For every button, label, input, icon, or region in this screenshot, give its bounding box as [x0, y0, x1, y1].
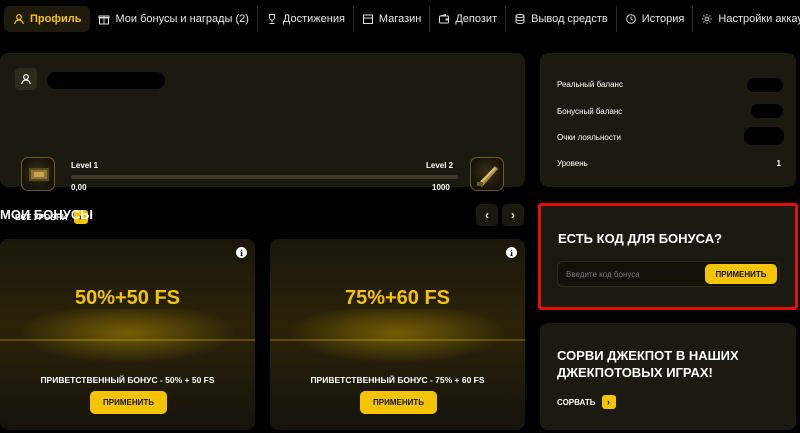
current-points: 0,00 — [71, 183, 87, 192]
bonus-card: i 75%+60 FS ПРИВЕТСТВЕННЫЙ БОНУС - 75% +… — [270, 239, 525, 430]
bonus-balance-label: Бонусный баланс — [557, 107, 623, 116]
nav-tab-bonuses[interactable]: Мои бонусы и награды (2) — [90, 6, 256, 32]
nav-tab-profile[interactable]: Профиль — [4, 6, 91, 32]
bonus-code-input[interactable] — [558, 262, 708, 286]
jackpot-link[interactable]: СОРВАТЬ › — [557, 395, 616, 409]
coins-icon — [514, 13, 526, 25]
nav-tab-settings[interactable]: Настройки аккаунта — [692, 6, 800, 32]
user-icon — [20, 73, 32, 85]
bonus-title: 50%+50 FS — [74, 287, 181, 309]
username-redacted — [47, 72, 165, 89]
nav-tab-achievements[interactable]: Достижения — [256, 6, 353, 32]
history-icon — [625, 13, 637, 25]
bonus-card: i 50%+50 FS ПРИВЕТСТВЕННЫЙ БОНУС - 50% +… — [0, 239, 255, 430]
nav-tab-label: Достижения — [282, 13, 345, 25]
nav-tab-label: Магазин — [378, 13, 422, 25]
top-navigation: Профиль Мои бонусы и награды (2) Достиже… — [0, 0, 800, 38]
nav-tab-label: Настройки аккаунта — [718, 13, 800, 25]
bonuses-next-button[interactable]: › — [502, 204, 524, 226]
chevron-right-icon: › — [511, 208, 515, 222]
nav-tab-shop[interactable]: Магазин — [352, 6, 429, 32]
balances-card: Реальный баланс Бонусный баланс Очки лоя… — [540, 53, 796, 187]
nav-tab-label: Вывод средств — [531, 13, 608, 25]
level-2-badge-image — [470, 157, 504, 191]
chevron-right-icon: › — [601, 395, 616, 409]
bonus-apply-button[interactable]: ПРИМЕНИТЬ — [360, 391, 437, 414]
bonus-balance-value-redacted — [751, 104, 783, 118]
nav-tab-history[interactable]: История — [615, 6, 693, 32]
bonus-code-card: ЕСТЬ КОД ДЛЯ БОНУСА? ПРИМЕНИТЬ — [538, 203, 798, 310]
bonus-apply-button[interactable]: ПРИМЕНИТЬ — [90, 391, 167, 414]
level-1-badge-image — [21, 157, 55, 191]
loyalty-points-label: Очки лояльности — [557, 133, 621, 142]
my-bonuses-title: МОИ БОНУСЫ — [0, 207, 93, 222]
user-icon — [13, 13, 25, 25]
avatar — [15, 68, 37, 90]
nav-tab-label: Депозит — [455, 13, 498, 25]
current-level-label: Level 1 — [71, 161, 99, 170]
jackpot-title: СОРВИ ДЖЕКПОТ В НАШИХ ДЖЕКПОТОВЫХ ИГРАХ! — [557, 348, 739, 380]
real-balance-label: Реальный баланс — [557, 80, 623, 89]
loyalty-points-value-redacted — [744, 127, 784, 145]
bonus-description: ПРИВЕТСТВЕННЫЙ БОНУС - 75% + 60 FS — [310, 375, 485, 385]
next-level-label: Level 2 — [426, 161, 454, 170]
bonus-code-apply-button[interactable]: ПРИМЕНИТЬ — [705, 264, 777, 284]
trophy-icon — [266, 13, 278, 25]
info-icon[interactable]: i — [236, 247, 247, 258]
shop-icon — [362, 13, 374, 25]
level-progress-bar — [71, 175, 458, 179]
nav-tab-label: Профиль — [30, 13, 82, 25]
wallet-icon — [438, 13, 450, 25]
gear-icon — [701, 13, 713, 25]
level-value: 1 — [776, 159, 781, 168]
nav-tab-label: История — [641, 13, 685, 25]
bonuses-prev-button[interactable]: ‹ — [476, 204, 498, 226]
bonus-card-divider — [0, 339, 255, 341]
nav-tab-label: Мои бонусы и награды (2) — [115, 13, 249, 25]
jackpot-link-label: СОРВАТЬ — [557, 397, 596, 407]
nav-tab-deposit[interactable]: Депозит — [429, 6, 505, 32]
info-icon[interactable]: i — [506, 247, 517, 258]
gift-icon — [98, 13, 110, 25]
profile-card: Level 1 Level 2 0,00 1000 ВСЕ УРОВНИ › — [0, 53, 525, 224]
chevron-left-icon: ‹ — [485, 208, 489, 222]
nav-tab-withdraw[interactable]: Вывод средств — [505, 6, 616, 32]
bonus-title: 75%+60 FS — [344, 287, 451, 309]
jackpot-card: СОРВИ ДЖЕКПОТ В НАШИХ ДЖЕКПОТОВЫХ ИГРАХ!… — [540, 323, 796, 430]
real-balance-value-redacted — [747, 78, 783, 92]
bonus-description: ПРИВЕТСТВЕННЫЙ БОНУС - 50% + 50 FS — [40, 375, 215, 385]
bonus-card-divider — [270, 339, 525, 341]
bonus-code-title: ЕСТЬ КОД ДЛЯ БОНУСА? — [558, 231, 723, 246]
next-level-points: 1000 — [432, 183, 450, 192]
level-label: Уровень — [557, 159, 588, 168]
bonus-code-field: ПРИМЕНИТЬ — [557, 261, 780, 287]
